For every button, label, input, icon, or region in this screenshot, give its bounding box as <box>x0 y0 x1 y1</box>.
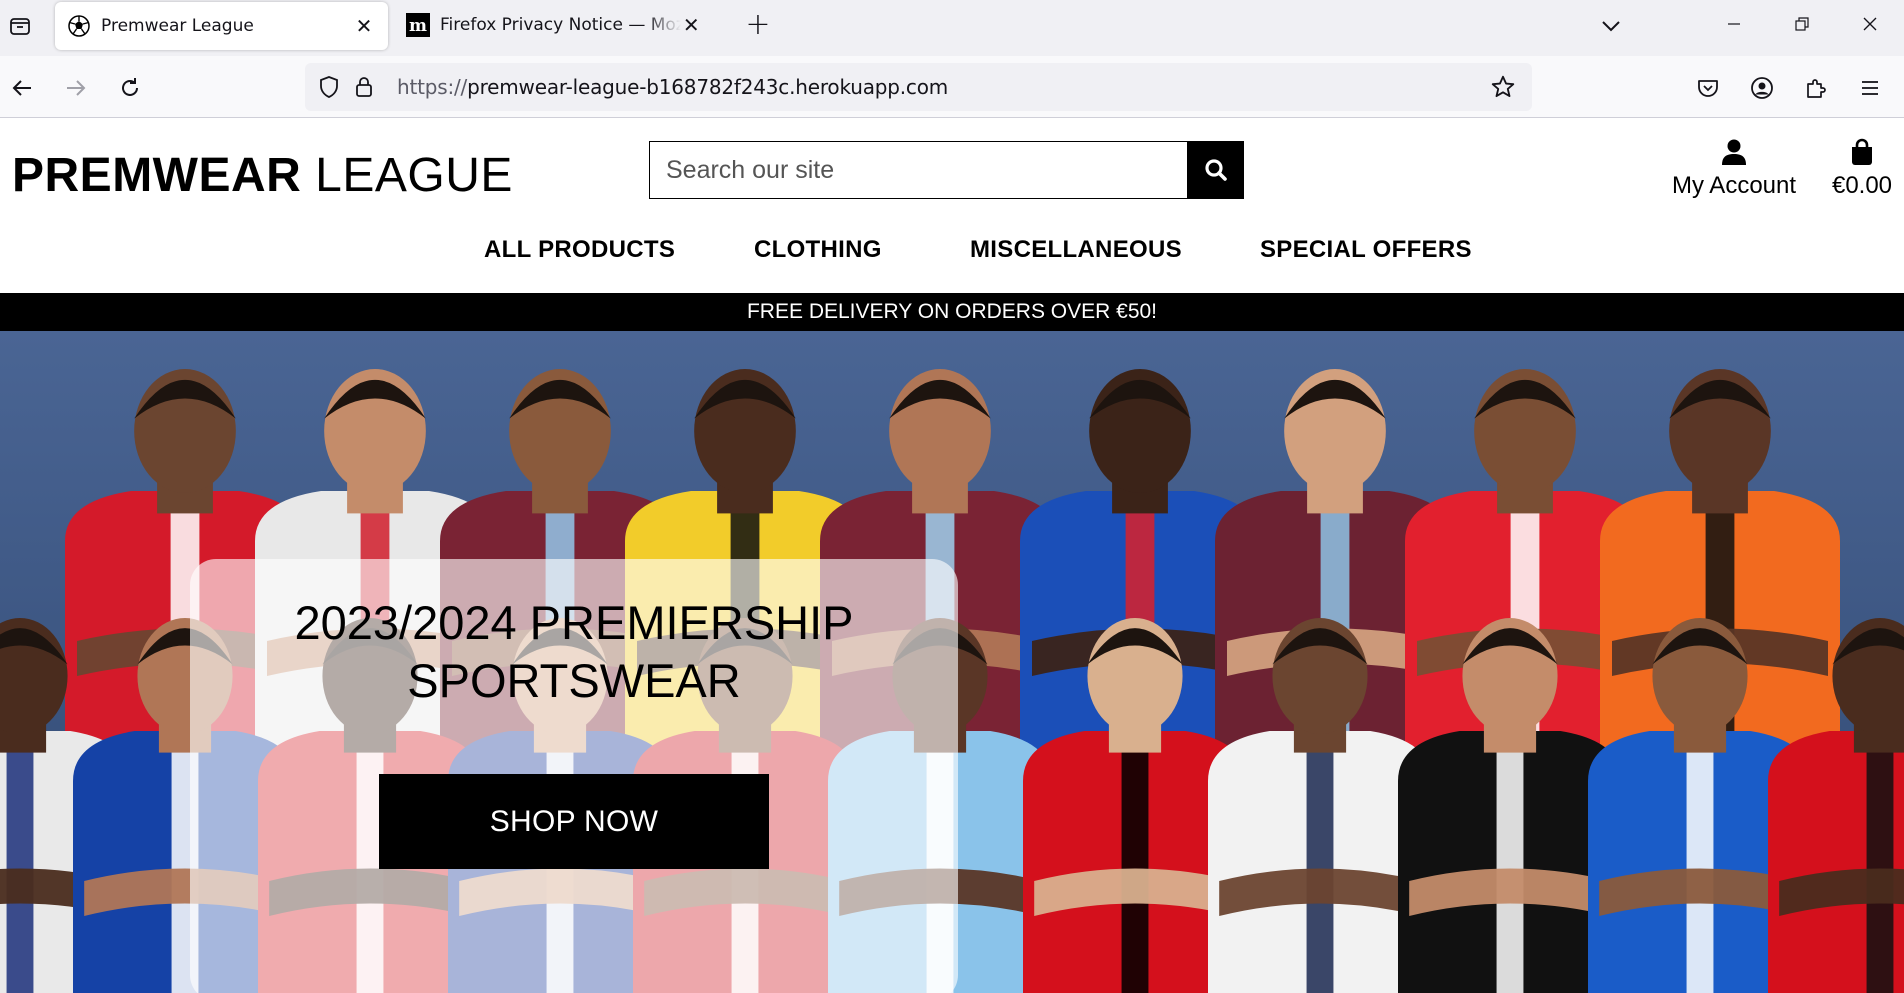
site-search <box>649 141 1244 199</box>
mozilla-m-icon: m <box>406 13 430 37</box>
tracking-protection-shield-icon[interactable] <box>315 73 343 101</box>
browser-nav-bar: https://premwear-league-b168782f243c.her… <box>0 56 1904 118</box>
back-button[interactable] <box>2 68 42 108</box>
tab-premwear-league[interactable]: Premwear League ✕ <box>55 2 388 50</box>
user-icon <box>1722 139 1746 165</box>
shopping-bag-link[interactable]: €0.00 <box>1818 138 1904 200</box>
shirt-stripe <box>1121 731 1149 993</box>
nav-miscellaneous[interactable]: MISCELLANEOUS <box>970 236 1182 264</box>
arrow-right-icon <box>67 80 86 96</box>
football-icon <box>67 14 91 38</box>
tab-firefox-privacy-notice[interactable]: m Firefox Privacy Notice — Mozilla ✕ <box>402 0 714 50</box>
pocket-icon <box>1698 80 1718 97</box>
nav-all-products[interactable]: ALL PRODUCTS <box>484 236 675 264</box>
shop-now-button[interactable]: SHOP NOW <box>379 774 769 869</box>
url-bar[interactable]: https://premwear-league-b168782f243c.her… <box>305 63 1532 111</box>
close-tab-icon[interactable]: ✕ <box>681 13 702 37</box>
bookmark-star-icon[interactable] <box>1489 73 1517 101</box>
extensions-button[interactable] <box>1796 68 1836 108</box>
pocket-button[interactable] <box>1688 68 1728 108</box>
account-circle-icon <box>1751 77 1773 99</box>
new-tab-button[interactable]: + <box>742 10 774 42</box>
reload-icon <box>122 78 138 96</box>
site-logo[interactable]: PREMWEAR LEAGUE <box>12 148 513 203</box>
search-button[interactable] <box>1187 141 1244 199</box>
minimize-button[interactable] <box>1700 0 1768 48</box>
restore-button[interactable] <box>1768 0 1836 48</box>
logo-light-text: LEAGUE <box>315 149 513 202</box>
close-tab-icon[interactable]: ✕ <box>352 14 376 38</box>
hero-section: 2023/2024 PREMIERSHIP SPORTSWEAR SHOP NO… <box>0 331 1904 993</box>
shopping-bag-icon <box>1852 138 1872 165</box>
close-window-button[interactable] <box>1836 0 1904 48</box>
forward-button[interactable] <box>56 68 96 108</box>
hero-title-line-2: SPORTSWEAR <box>407 654 741 707</box>
firefox-view-icon <box>10 18 30 35</box>
shirt-stripe <box>6 731 34 993</box>
delivery-banner: FREE DELIVERY ON ORDERS OVER €50! <box>0 293 1904 331</box>
chevron-down-icon <box>1602 21 1620 32</box>
my-account-label: My Account <box>1671 172 1797 199</box>
hero-card: 2023/2024 PREMIERSHIP SPORTSWEAR SHOP NO… <box>190 559 958 993</box>
restore-icon <box>1795 17 1809 31</box>
nav-clothing[interactable]: CLOTHING <box>754 236 882 264</box>
svg-text:m: m <box>409 16 427 36</box>
search-icon <box>1204 159 1227 181</box>
reload-button[interactable] <box>110 68 150 108</box>
shirt-stripe <box>1306 731 1334 993</box>
tab-title: Firefox Privacy Notice — Mozilla <box>440 15 681 35</box>
site-header: PREMWEAR LEAGUE My Account €0.00 ALL PRO… <box>0 118 1904 293</box>
url-text[interactable]: https://premwear-league-b168782f243c.her… <box>397 75 948 99</box>
minimize-icon <box>1728 23 1740 25</box>
lock-icon[interactable] <box>350 73 378 101</box>
shirt-stripe <box>1496 731 1524 993</box>
browser-tab-bar: Premwear League ✕ m Firefox Privacy Noti… <box>0 0 1904 56</box>
logo-bold-text: PREMWEAR <box>12 149 302 202</box>
hamburger-menu-icon <box>1862 81 1878 95</box>
account-button[interactable] <box>1742 68 1782 108</box>
hero-title: 2023/2024 PREMIERSHIP SPORTSWEAR <box>190 594 958 710</box>
shirt-stripe <box>1866 731 1894 993</box>
nav-special-offers[interactable]: SPECIAL OFFERS <box>1260 236 1472 264</box>
search-input[interactable] <box>649 141 1189 199</box>
arrow-left-icon <box>12 80 31 96</box>
hero-title-line-1: 2023/2024 PREMIERSHIP <box>294 596 854 649</box>
firefox-view-button[interactable] <box>4 10 36 42</box>
bag-total: €0.00 <box>1831 172 1893 199</box>
list-all-tabs-button[interactable] <box>1595 10 1627 42</box>
tab-title: Premwear League <box>101 16 254 36</box>
puzzle-piece-icon <box>1807 79 1826 98</box>
close-icon <box>1863 17 1877 31</box>
app-menu-button[interactable] <box>1850 68 1890 108</box>
shirt-stripe <box>1686 731 1714 993</box>
my-account-link[interactable]: My Account <box>1670 138 1798 200</box>
